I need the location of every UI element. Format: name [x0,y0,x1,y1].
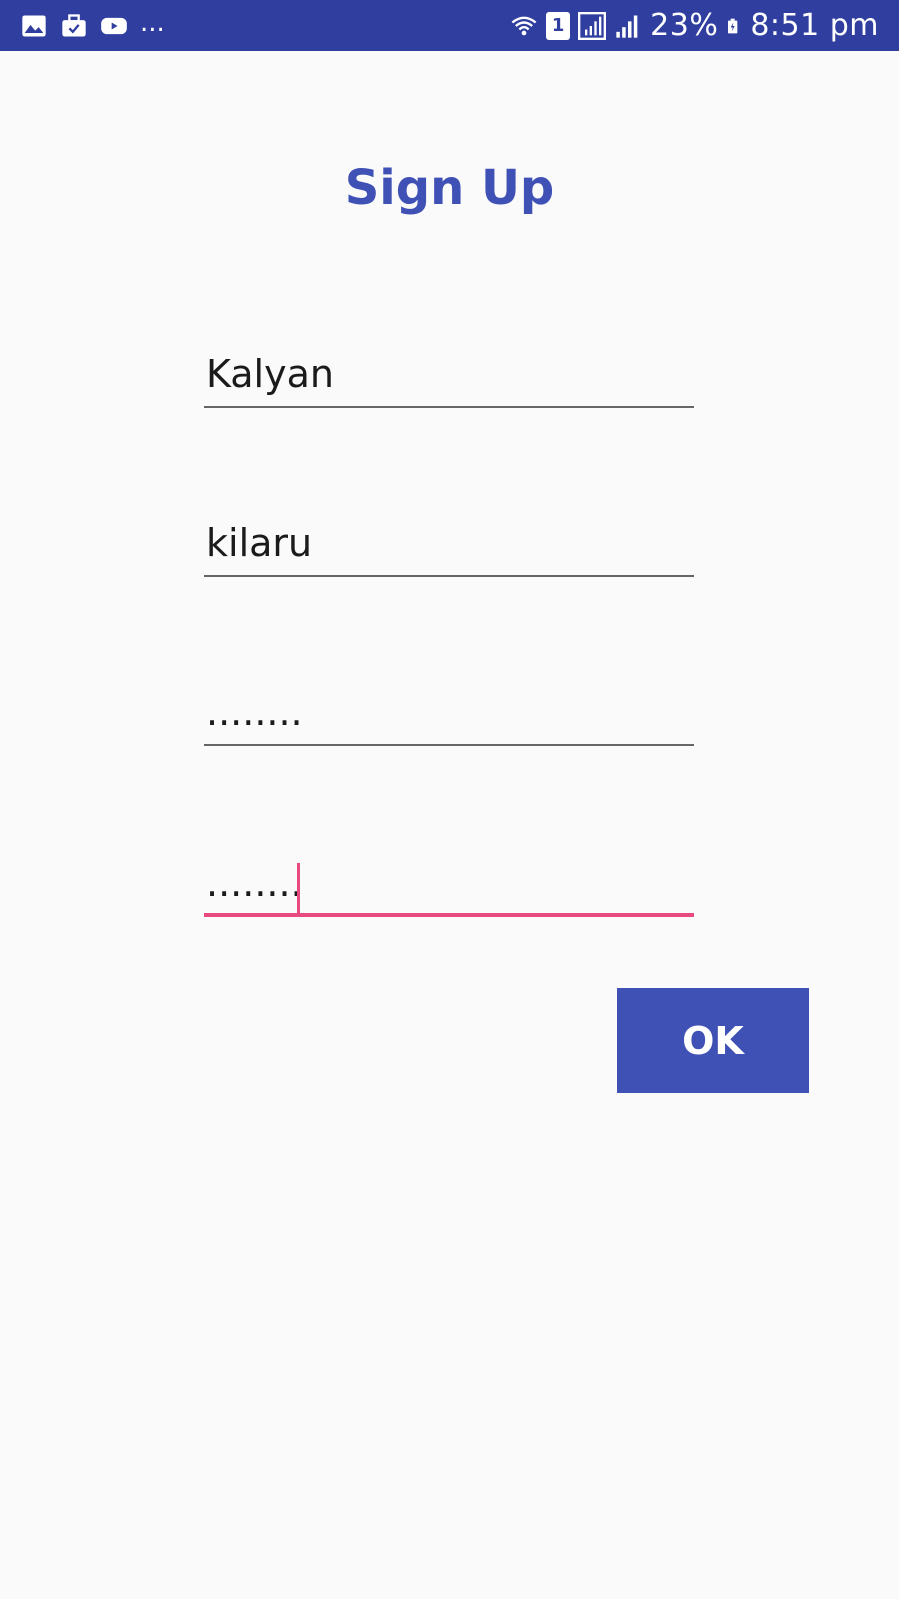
status-bar: ... 1 23% 8:51 pm [0,0,899,51]
last-name-underline [204,575,694,577]
first-name-value: Kalyan [206,352,334,396]
wifi-icon [511,16,537,35]
system-icons: 1 23% 8:51 pm [510,8,879,43]
password-underline [204,744,694,746]
confirm-password-underline [204,913,694,917]
image-icon [22,15,46,37]
battery-percent: 23% [650,8,719,43]
notification-icons: ... [20,8,165,40]
last-name-field[interactable]: kilaru [204,517,694,577]
battery-charging-icon [728,18,738,33]
last-name-value: kilaru [206,521,313,565]
briefcase-check-icon [62,14,86,37]
sim-icon: 1 [546,11,571,40]
youtube-icon [101,17,127,35]
signal-icon [616,15,638,38]
page-title: Sign Up [344,160,555,216]
sim-label: 1 [551,15,565,36]
confirm-password-field[interactable]: ........ [204,857,694,917]
signal-icon [578,11,607,40]
clock: 8:51 pm [750,8,879,43]
confirm-password-value: ........ [206,861,303,905]
first-name-underline [204,406,694,408]
text-cursor [297,863,300,913]
ok-button[interactable]: OK [617,988,809,1093]
password-value: ........ [206,690,303,734]
password-field[interactable]: ........ [204,686,694,746]
overflow-indicator: ... [140,8,165,38]
first-name-field[interactable]: Kalyan [204,348,694,408]
